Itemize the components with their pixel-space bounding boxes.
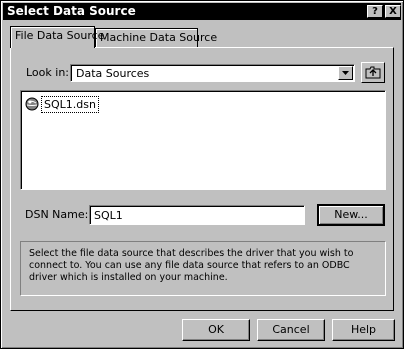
chevron-down-icon [342,71,349,75]
tab-machine-data-source[interactable]: Machine Data Source [95,28,217,47]
window-title: Select Data Source [7,4,136,18]
dsn-name-value: SQL1 [94,209,123,222]
file-name: SQL1.dsn [41,96,99,113]
description-box: Select the file data source that describ… [20,241,386,296]
dsn-name-field[interactable]: SQL1 [89,205,305,225]
help-button[interactable]: Help [332,319,395,341]
cancel-button[interactable]: Cancel [257,319,325,341]
description-text: Select the file data source that describ… [29,248,354,283]
title-help-button[interactable]: ? [367,5,383,18]
dsn-name-label: DSN Name: [25,208,89,221]
up-one-level-button[interactable] [361,62,385,83]
title-bar[interactable]: Select Data Source ? X [3,3,401,20]
ok-button[interactable]: OK [182,319,250,341]
tab-label: File Data Source [15,29,105,42]
globe-dsn-icon [25,97,39,111]
new-button[interactable]: New... [317,204,385,226]
tab-panel: Look in: Data Sources SQL1.dsn DSN Name:… [10,47,394,311]
title-close-button[interactable]: X [385,5,401,18]
file-list[interactable]: SQL1.dsn [20,90,386,190]
dropdown-arrow-button[interactable] [338,66,353,80]
look-in-label: Look in: [26,66,69,79]
look-in-value: Data Sources [76,67,150,80]
look-in-dropdown[interactable]: Data Sources [70,64,355,82]
up-folder-icon [365,66,381,79]
tab-file-data-source[interactable]: File Data Source [10,26,104,48]
select-data-source-dialog: Select Data Source ? X File Data Source … [0,0,404,349]
tab-label: Machine Data Source [100,31,218,44]
